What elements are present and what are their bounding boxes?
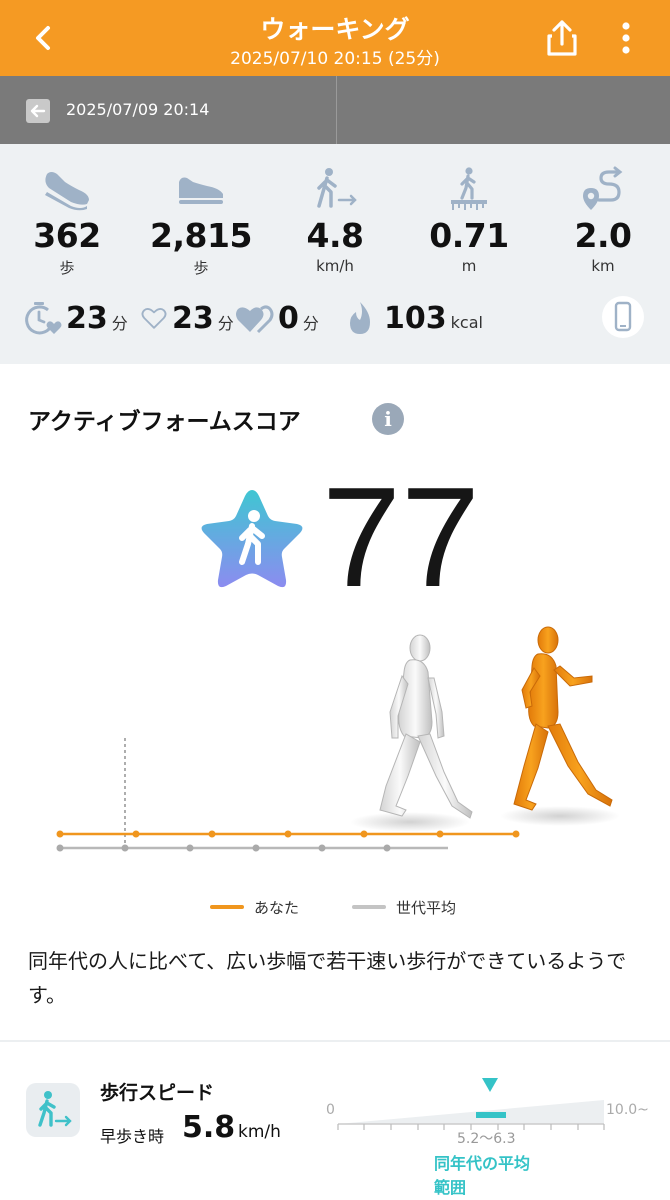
walking-speed-value: 5.8	[182, 1110, 236, 1145]
gauge-min-label: 0	[326, 1102, 335, 1118]
walking-speed-title: 歩行スピード	[100, 1082, 215, 1104]
stat-distance: 2.0 km	[536, 144, 670, 275]
stat-unit: 分	[302, 314, 319, 333]
stat-value: 362	[33, 216, 101, 255]
stat-unit: km/h	[316, 257, 354, 275]
stat-value: 23	[66, 300, 108, 336]
section-divider	[0, 1040, 670, 1042]
stat-high-heart-zone: 0 分	[234, 298, 319, 338]
user-stride-track	[56, 830, 520, 838]
score-description: 同年代の人に比べて、広い歩幅で若干速い歩行ができているようです。	[28, 949, 627, 1007]
stat-unit: 歩	[193, 259, 209, 277]
score-value: 77	[322, 458, 480, 617]
share-icon[interactable]	[544, 18, 580, 58]
walking-comparison-illustration	[56, 626, 620, 852]
stat-value: 0.71	[429, 216, 509, 255]
stat-speed: 4.8 km/h	[268, 144, 402, 275]
phone-device-icon[interactable]	[602, 296, 644, 338]
stat-value: 2,815	[150, 216, 252, 255]
legend-you-label: あなた	[254, 898, 300, 917]
stat-steps-running: 362 歩	[0, 144, 134, 278]
previous-session-arrow-icon[interactable]	[26, 99, 50, 123]
gauge-max-label: 10.0~	[606, 1102, 649, 1118]
stats-panel: 362 歩 2,815 歩 4.8 km/h 0.71 m 2.0 km 23 …	[0, 144, 670, 364]
sneaker-icon	[45, 172, 89, 211]
stat-unit: km	[591, 257, 615, 275]
average-walker-figure	[379, 634, 473, 819]
stat-unit: 分	[217, 314, 234, 333]
stat-value: 2.0	[574, 216, 632, 255]
stat-steps-total: 2,815 歩	[134, 144, 268, 278]
walking-speed-icon	[317, 168, 357, 208]
average-range-bar	[476, 1112, 506, 1118]
flame-icon	[350, 302, 370, 334]
walker-star-badge-icon	[201, 490, 303, 588]
walking-speed-unit: km/h	[238, 1122, 281, 1142]
timer-heart-icon	[25, 302, 62, 335]
stat-unit: 分	[111, 314, 128, 333]
more-vertical-icon[interactable]	[614, 20, 638, 56]
stat-value: 0	[278, 300, 299, 336]
legend-average-label: 世代平均	[396, 898, 457, 917]
double-heart-icon	[236, 305, 274, 334]
elevation-icon	[451, 167, 487, 210]
legend-you: あなた	[210, 896, 299, 918]
stat-active-time: 23 分	[22, 298, 128, 338]
stat-value: 103	[384, 300, 447, 336]
stat-value: 23	[172, 300, 214, 336]
nav-divider	[336, 76, 337, 144]
route-distance-icon	[583, 166, 623, 210]
user-walker-figure	[513, 626, 613, 811]
walking-speed-icon	[26, 1083, 80, 1137]
legend-average-swatch	[352, 905, 386, 909]
average-stride-track	[56, 844, 448, 852]
stat-unit: m	[461, 257, 477, 275]
heart-outline-icon	[141, 308, 167, 329]
legend-average: 世代平均	[352, 896, 456, 918]
info-icon[interactable]: i	[372, 403, 404, 435]
current-speed-marker-icon	[482, 1078, 498, 1092]
stat-elevation: 0.71 m	[402, 144, 536, 275]
shoe-icon	[179, 177, 223, 204]
brisk-walk-label: 早歩き時	[100, 1127, 165, 1146]
gauge-average-range: 5.2〜6.3	[457, 1131, 516, 1147]
stat-value: 4.8	[306, 216, 364, 255]
stat-unit: 歩	[59, 259, 75, 277]
stat-heart-zone: 23 分	[140, 298, 234, 338]
app-header: ウォーキング 2025/07/10 20:15 (25分)	[0, 0, 670, 76]
stat-unit: kcal	[450, 312, 483, 332]
gauge-average-label: 同年代の平均範囲	[434, 1154, 531, 1197]
previous-session-date[interactable]: 2025/07/09 20:14	[66, 100, 209, 119]
active-form-score-title: アクティブフォームスコア	[28, 409, 301, 435]
stat-calories: 103 kcal	[340, 298, 483, 338]
legend-you-swatch	[210, 905, 244, 909]
